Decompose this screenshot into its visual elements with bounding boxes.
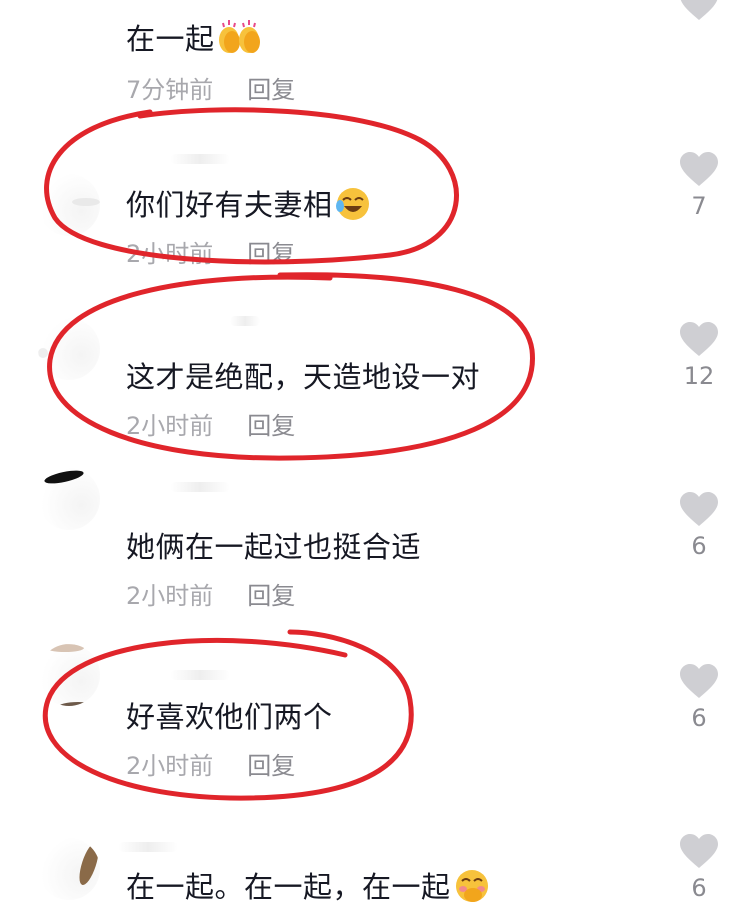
comment-text: 这才是绝配，天造地设一对: [126, 360, 481, 394]
clapping-hands-icon: [217, 18, 261, 65]
avatar[interactable]: [38, 468, 100, 530]
comment-text: 在一起: [126, 22, 215, 56]
reply-button[interactable]: 回复: [247, 582, 295, 610]
comment-text: 她俩在一起过也挺合适: [126, 530, 422, 564]
heart-icon: [680, 664, 718, 698]
reply-button[interactable]: 回复: [247, 76, 295, 104]
comment-time: 2小时前: [126, 240, 214, 268]
like-count: 6: [691, 874, 707, 902]
comment-text-row: 这才是绝配，天造地设一对: [126, 354, 480, 396]
reply-button[interactable]: 回复: [247, 240, 295, 268]
like-button[interactable]: 6: [676, 492, 722, 560]
username[interactable]: [170, 482, 230, 492]
username[interactable]: [118, 842, 178, 852]
comment-text-row: 在一起。在一起，在一起: [126, 864, 491, 912]
comment-text-row: 你们好有夫妻相: [126, 182, 371, 229]
heart-icon: [680, 834, 718, 868]
like-count: 6: [691, 532, 707, 560]
heart-icon: [680, 492, 718, 526]
heart-icon: [680, 0, 718, 20]
comment-meta: 7分钟前 回复: [126, 70, 295, 105]
like-button[interactable]: 6: [676, 834, 722, 902]
like-button[interactable]: 6: [676, 664, 722, 732]
heart-icon: [680, 322, 718, 356]
username[interactable]: [170, 154, 230, 164]
comment-time: 7分钟前: [126, 76, 214, 104]
laughing-crying-icon: [335, 186, 371, 229]
like-count: 12: [683, 362, 715, 390]
comment-time: 2小时前: [126, 412, 214, 440]
like-count: 7: [691, 192, 707, 220]
comment-text-row: 好喜欢他们两个: [126, 694, 333, 736]
heart-icon: [680, 152, 718, 186]
like-button[interactable]: 7: [676, 152, 722, 220]
username[interactable]: [170, 670, 230, 680]
avatar[interactable]: [38, 174, 100, 236]
comment-text: 好喜欢他们两个: [126, 700, 333, 734]
like-count: 6: [691, 704, 707, 732]
username[interactable]: [230, 316, 260, 326]
hand-over-mouth-icon: [453, 867, 491, 912]
like-button[interactable]: [676, 0, 722, 22]
avatar[interactable]: [38, 644, 100, 706]
comment-meta: 2小时前 回复: [126, 234, 295, 269]
comment-time: 2小时前: [126, 752, 214, 780]
avatar[interactable]: [38, 318, 100, 380]
comment-meta: 2小时前 回复: [126, 576, 295, 611]
reply-button[interactable]: 回复: [247, 752, 295, 780]
annotation-circle: [42, 107, 535, 801]
reply-button[interactable]: 回复: [247, 412, 295, 440]
comment-text: 在一起。在一起，在一起: [126, 870, 451, 904]
avatar[interactable]: [38, 838, 100, 900]
like-button[interactable]: 12: [676, 322, 722, 390]
comment-time: 2小时前: [126, 582, 214, 610]
comment-meta: 2小时前 回复: [126, 746, 295, 781]
comment-meta: 2小时前 回复: [126, 406, 295, 441]
comment-text: 你们好有夫妻相: [126, 188, 333, 222]
comment-text-row: 在一起: [126, 16, 261, 65]
comment-text-row: 她俩在一起过也挺合适: [126, 524, 421, 566]
